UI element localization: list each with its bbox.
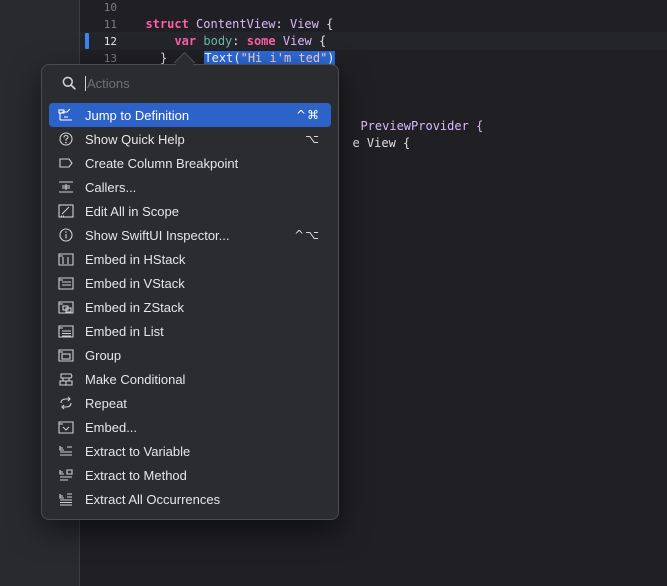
menu-item-label: Extract to Variable [85,443,191,459]
line-number: 12 [103,35,117,48]
menu-item-group[interactable]: Group [49,343,331,367]
menu-item-label: Create Column Breakpoint [85,155,239,171]
menu-item-label: Embed in ZStack [85,299,184,315]
menu-item-show-quick-help[interactable]: Show Quick Help ⌥ [49,127,331,151]
zstack-icon [58,300,74,314]
menu-item-label: Make Conditional [85,371,186,387]
breakpoint-icon [58,156,74,170]
callers-icon [58,180,74,194]
menu-item-edit-all-in-scope[interactable]: Edit All in Scope [49,199,331,223]
menu-item-label: Embed in VStack [85,275,185,291]
list-icon [58,324,74,338]
conditional-icon [58,372,74,386]
menu-item-embed-in-vstack[interactable]: Embed in VStack [49,271,331,295]
menu-item-make-conditional[interactable]: Make Conditional [49,367,331,391]
menu-item-label: Embed in HStack [85,251,186,267]
actions-search-input[interactable] [87,73,317,93]
jump-icon [58,108,74,122]
menu-item-label: Show Quick Help [85,131,185,147]
menu-item-label: Embed in List [85,323,164,339]
code-line-11[interactable]: var body: some View { [160,16,326,48]
embed-icon [58,420,74,434]
menu-item-label: Extract All Occurrences [85,491,221,507]
code-line-10[interactable]: struct ContentView: View { [131,0,333,31]
line-number: 10 [103,1,117,14]
code-line-partial[interactable]: e View { [338,118,410,150]
edit-scope-icon [58,204,74,218]
keyboard-shortcut: ^⌘ [295,108,320,122]
menu-item-create-column-breakpoint[interactable]: Create Column Breakpoint [49,151,331,175]
search-icon [62,76,76,90]
text-cursor [85,76,86,91]
repeat-icon [58,396,74,410]
actions-popover: Jump to Definition ^⌘ Show Quick Help ⌥ Crea… [41,64,339,520]
menu-item-label: Callers... [85,179,137,195]
extract-all-icon [58,492,74,506]
actions-search [42,65,338,101]
menu-item-label: Edit All in Scope [85,203,179,219]
extract-method-icon [58,468,74,482]
menu-item-label: Repeat [85,395,127,411]
extract-variable-icon [58,444,74,458]
menu-item-embed-in-hstack[interactable]: Embed in HStack [49,247,331,271]
menu-item-embed[interactable]: Embed... [49,415,331,439]
info-icon [58,228,74,242]
menu-item-label: Group [85,347,122,363]
menu-item-callers[interactable]: Callers... [49,175,331,199]
menu-item-show-swiftui-inspector[interactable]: Show SwiftUI Inspector... ^⌥ [49,223,331,247]
code-fragment: e View { [352,136,411,150]
code-line-partial[interactable]: PreviewProvider { [346,101,483,133]
menu-item-extract-all-occurrences[interactable]: Extract All Occurrences [49,487,331,511]
menu-item-embed-in-zstack[interactable]: Embed in ZStack [49,295,331,319]
selected-code[interactable]: Text("Hi i'm ted") [204,51,335,65]
menu-item-repeat[interactable]: Repeat [49,391,331,415]
hstack-icon [58,252,74,266]
menu-item-jump-to-definition[interactable]: Jump to Definition ^⌘ [49,103,331,127]
menu-item-label: Embed... [85,419,138,435]
actions-menu: Jump to Definition ^⌘ Show Quick Help ⌥ Crea… [49,103,331,511]
line-number: 11 [103,18,117,31]
vstack-icon [58,276,74,290]
group-icon [58,348,74,362]
menu-item-extract-to-variable[interactable]: Extract to Variable [49,439,331,463]
menu-item-extract-to-method[interactable]: Extract to Method [49,463,331,487]
code-line-12[interactable]: Text("Hi i'm ted") [190,33,335,65]
menu-item-label: Extract to Method [85,467,187,483]
question-icon [58,132,74,146]
keyboard-shortcut: ^⌥ [294,228,320,242]
menu-item-label: Jump to Definition [85,107,190,123]
menu-item-embed-in-list[interactable]: Embed in List [49,319,331,343]
keyboard-shortcut: ⌥ [305,132,320,146]
